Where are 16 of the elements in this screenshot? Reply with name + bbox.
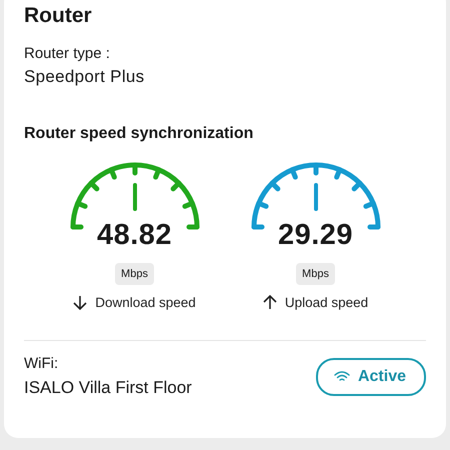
- speed-label: Download speed: [95, 295, 196, 310]
- unit-badge: Mbps: [115, 263, 154, 285]
- router-type-value: Speedport Plus: [24, 67, 146, 87]
- wifi-status-button[interactable]: Active: [316, 358, 426, 396]
- section-heading: Router speed synchronization: [24, 125, 254, 143]
- speed-value: 29.29: [278, 219, 354, 252]
- unit-badge: Mbps: [296, 263, 335, 285]
- speed-label: Upload speed: [284, 295, 368, 310]
- card-title: Router: [24, 4, 93, 28]
- up-arrow-icon: [262, 295, 277, 310]
- down-arrow-icon: [73, 295, 88, 310]
- router-type-label: Router type :: [24, 45, 111, 62]
- wifi-icon: [334, 370, 350, 382]
- speed-value: 48.82: [96, 219, 172, 252]
- wifi-name: ISALO Villa First Floor: [24, 378, 192, 398]
- wifi-label: WiFi:: [24, 355, 60, 372]
